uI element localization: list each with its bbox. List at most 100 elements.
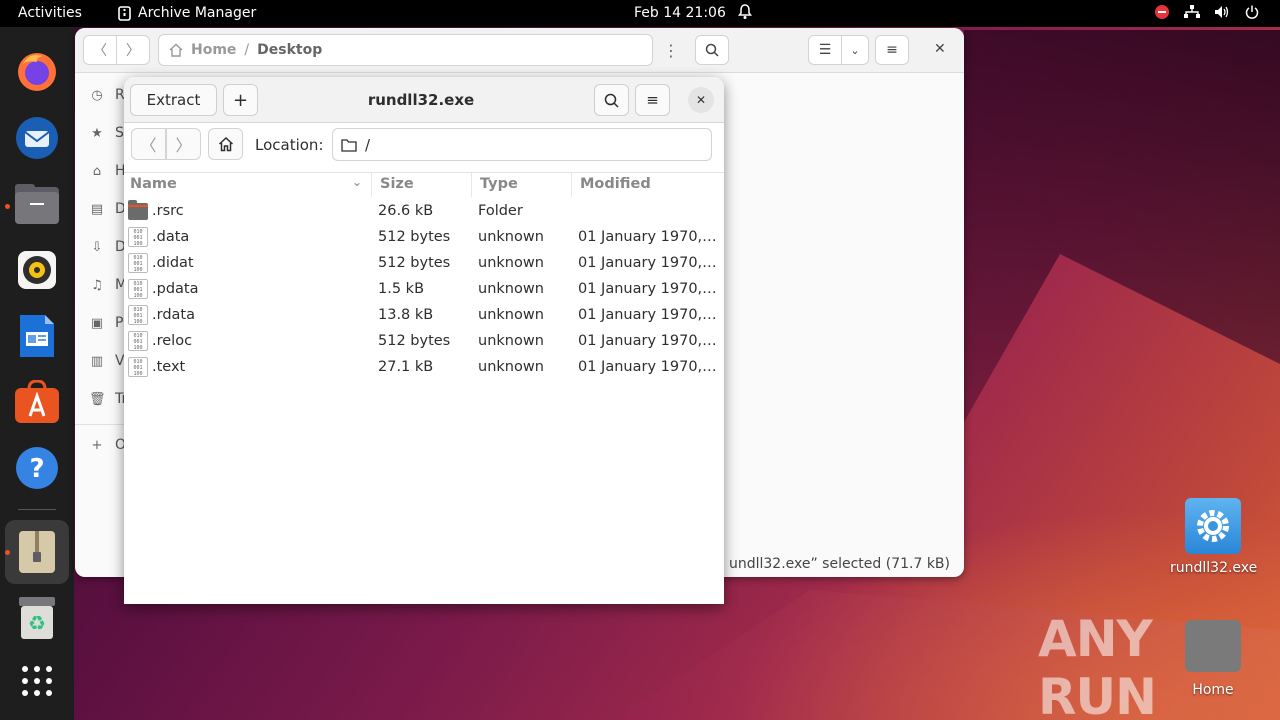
system-tray[interactable] bbox=[1154, 4, 1260, 20]
file-size: 27.1 kB bbox=[378, 359, 434, 375]
binary-file-icon: 010 001 100 bbox=[128, 253, 148, 273]
sidebar-item-music[interactable]: ♫ M bbox=[89, 277, 127, 293]
file-name: .rsrc bbox=[152, 203, 184, 219]
table-row[interactable]: 010 001 100 .data 512 bytes unknown 01 Jan… bbox=[124, 224, 724, 250]
sidebar-item-other-locations[interactable]: + O bbox=[89, 437, 126, 453]
show-applications-icon[interactable] bbox=[13, 657, 61, 705]
file-type: unknown bbox=[478, 359, 544, 375]
dock-separator bbox=[18, 509, 56, 510]
archive-manager-icon[interactable] bbox=[5, 520, 69, 584]
sidebar-item-home[interactable]: ⌂ H bbox=[89, 163, 126, 179]
clock[interactable]: Feb 14 21:06 bbox=[634, 5, 726, 21]
close-icon[interactable]: ✕ bbox=[934, 41, 946, 57]
sidebar-item-videos[interactable]: ▥ Vi bbox=[89, 353, 128, 369]
executable-gear-icon bbox=[1185, 498, 1241, 554]
home-icon bbox=[218, 136, 233, 152]
table-row[interactable]: 010 001 100 .rdata 13.8 kB unknown 01 Janu… bbox=[124, 302, 724, 328]
trash-icon: 🗑 bbox=[89, 391, 106, 407]
main-menu-button[interactable]: ≡ bbox=[875, 35, 909, 65]
breadcrumb-desktop[interactable]: Desktop bbox=[257, 42, 322, 58]
column-header-type[interactable]: Type bbox=[480, 176, 518, 192]
hamburger-icon: ≡ bbox=[646, 91, 659, 109]
binary-file-icon: 010 001 100 bbox=[128, 331, 148, 351]
search-button[interactable] bbox=[695, 35, 729, 65]
file-modified: 01 January 1970,… bbox=[578, 307, 717, 323]
sidebar-item-downloads[interactable]: ⇩ D bbox=[89, 239, 126, 255]
folder-icon bbox=[341, 138, 357, 152]
file-type: unknown bbox=[478, 307, 544, 323]
column-header-size[interactable]: Size bbox=[380, 176, 414, 192]
file-type: unknown bbox=[478, 281, 544, 297]
running-indicator bbox=[5, 204, 10, 209]
files-icon[interactable] bbox=[13, 180, 61, 228]
column-header-name[interactable]: Name bbox=[130, 176, 177, 192]
forward-button[interactable]: 〉 bbox=[116, 35, 150, 65]
sidebar-item-documents[interactable]: ▤ D bbox=[89, 201, 126, 217]
sidebar-item-pictures[interactable]: ▣ Pi bbox=[89, 315, 127, 331]
file-modified: 01 January 1970,… bbox=[578, 255, 717, 271]
do-not-disturb-icon[interactable] bbox=[1154, 4, 1170, 20]
file-name: .reloc bbox=[152, 333, 193, 349]
breadcrumb-home[interactable]: Home bbox=[191, 42, 236, 58]
path-bar[interactable]: Home / Desktop ⋮ bbox=[158, 34, 679, 66]
home-button[interactable] bbox=[208, 128, 243, 160]
view-options-button[interactable]: ⌄ bbox=[841, 35, 869, 65]
ubuntu-software-icon[interactable] bbox=[13, 378, 61, 426]
file-name: .didat bbox=[152, 255, 194, 271]
files-headerbar: 〈 〉 Home / Desktop ⋮ ☰ ⌄ ≡ ✕ bbox=[75, 28, 964, 73]
trash-icon[interactable]: ♻ bbox=[13, 594, 61, 642]
running-indicator bbox=[5, 550, 10, 555]
file-type: unknown bbox=[478, 255, 544, 271]
power-icon[interactable] bbox=[1244, 4, 1260, 20]
column-divider bbox=[371, 173, 372, 197]
chevron-left-icon: 〈 bbox=[140, 136, 157, 155]
view-list-button[interactable]: ☰ bbox=[808, 35, 842, 65]
libreoffice-writer-icon[interactable] bbox=[13, 312, 61, 360]
file-size: 512 bytes bbox=[378, 333, 451, 349]
activities-button[interactable]: Activities bbox=[18, 5, 82, 21]
thunderbird-icon[interactable] bbox=[13, 114, 61, 162]
chevron-right-icon: 〉 bbox=[175, 136, 192, 155]
star-icon: ★ bbox=[91, 125, 103, 141]
archive-headerbar: Extract + rundll32.exe ≡ ✕ bbox=[124, 77, 724, 123]
file-modified: 01 January 1970,… bbox=[578, 281, 717, 297]
notification-bell-icon[interactable] bbox=[738, 4, 752, 24]
top-bar: Activities Archive Manager Feb 14 21:06 bbox=[0, 0, 1280, 27]
column-header-modified[interactable]: Modified bbox=[580, 176, 651, 192]
app-menu-label: Archive Manager bbox=[138, 5, 257, 21]
file-modified: 01 January 1970,… bbox=[578, 333, 717, 349]
table-row[interactable]: .rsrc 26.6 kB Folder bbox=[124, 198, 724, 224]
table-row[interactable]: 010 001 100 .text 27.1 kB unknown 01 Janua… bbox=[124, 354, 724, 380]
binary-file-icon: 010 001 100 bbox=[128, 279, 148, 299]
table-row[interactable]: 010 001 100 .reloc 512 bytes unknown 01 Ja… bbox=[124, 328, 724, 354]
anyrun-watermark: ANY RUN bbox=[1038, 610, 1157, 720]
help-icon[interactable]: ? bbox=[13, 444, 61, 492]
close-button[interactable]: ✕ bbox=[688, 87, 714, 113]
main-menu-button[interactable]: ≡ bbox=[635, 84, 670, 116]
table-row[interactable]: 010 001 100 .pdata 1.5 kB unknown 01 Janua… bbox=[124, 276, 724, 302]
column-divider bbox=[471, 173, 472, 197]
binary-file-icon: 010 001 100 bbox=[128, 305, 148, 325]
file-type: unknown bbox=[478, 333, 544, 349]
location-field[interactable]: / bbox=[332, 128, 712, 161]
firefox-icon[interactable] bbox=[13, 48, 61, 96]
back-button[interactable]: 〈 bbox=[131, 128, 166, 160]
selection-status: undll32.exe” selected (71.7 kB) bbox=[728, 556, 950, 572]
network-icon[interactable] bbox=[1184, 4, 1200, 20]
table-row[interactable]: 010 001 100 .didat 512 bytes unknown 01 Ja… bbox=[124, 250, 724, 276]
file-size: 512 bytes bbox=[378, 229, 451, 245]
search-icon bbox=[705, 43, 719, 57]
app-menu[interactable]: Archive Manager bbox=[118, 5, 256, 21]
rhythmbox-icon[interactable] bbox=[13, 246, 61, 294]
back-button[interactable]: 〈 bbox=[83, 35, 117, 65]
volume-icon[interactable] bbox=[1214, 4, 1230, 20]
forward-button[interactable]: 〉 bbox=[166, 128, 201, 160]
sidebar-item-trash[interactable]: 🗑 Tr bbox=[89, 391, 127, 407]
search-button[interactable] bbox=[594, 84, 629, 116]
location-value: / bbox=[365, 135, 371, 154]
path-menu-icon[interactable]: ⋮ bbox=[663, 41, 679, 60]
file-name: .data bbox=[152, 229, 190, 245]
sort-chevron-down-icon: ⌄ bbox=[352, 175, 363, 189]
desktop-icon-rundll32[interactable]: rundll32.exe bbox=[1170, 498, 1257, 576]
file-type: unknown bbox=[478, 229, 544, 245]
